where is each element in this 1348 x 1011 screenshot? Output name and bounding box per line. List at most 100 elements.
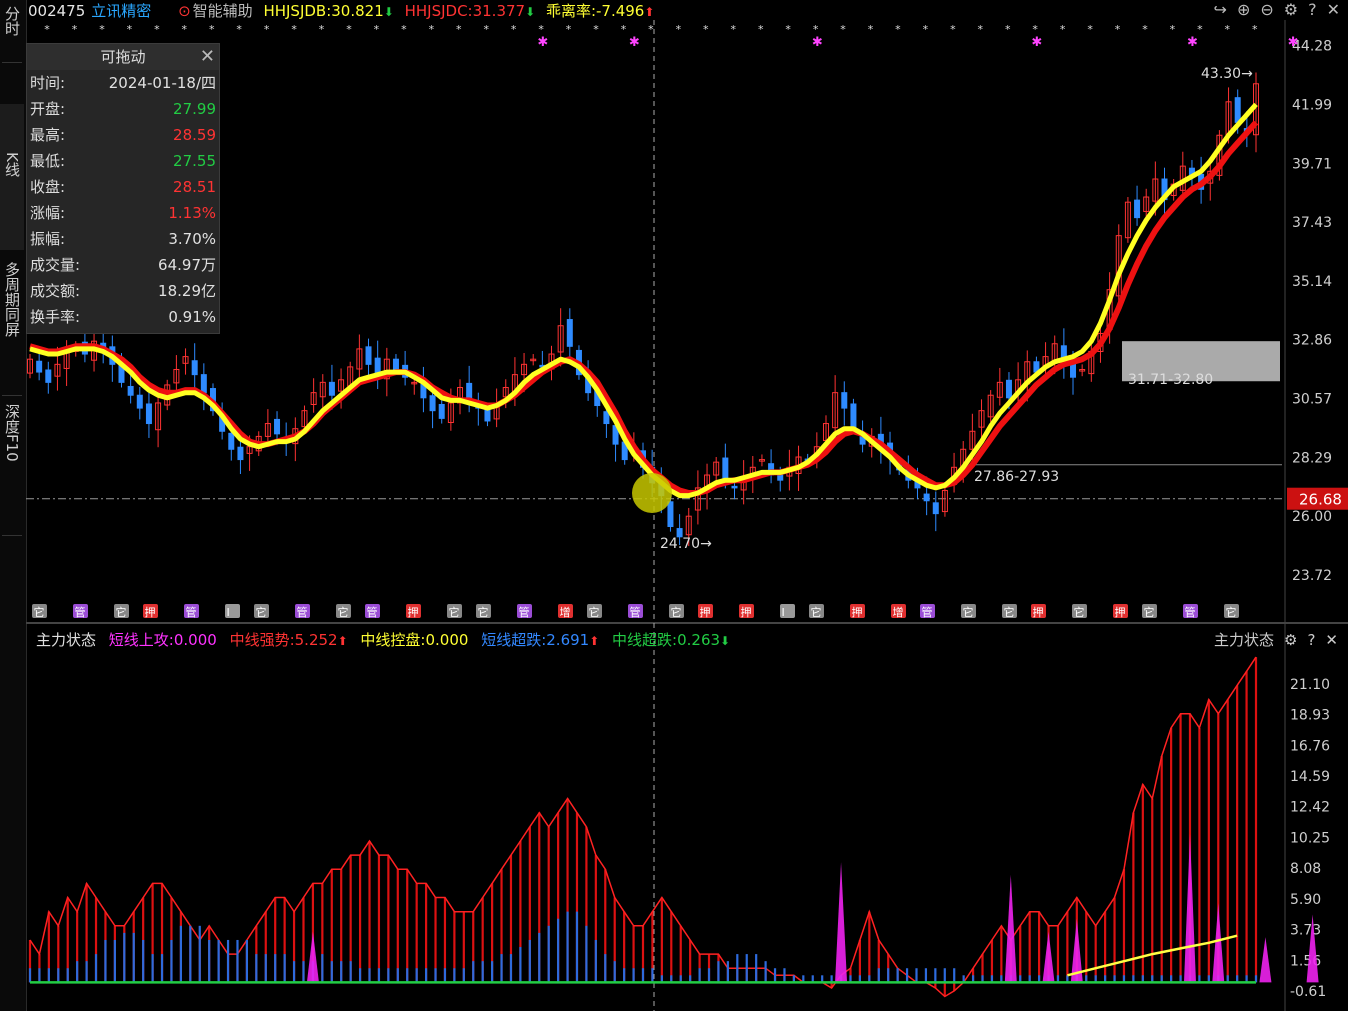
- candle-body: [274, 418, 281, 435]
- info-row-value: 3.70%: [168, 230, 216, 248]
- indicator-axis-label: 10.25: [1290, 830, 1330, 846]
- indicator-axis-label: 5.90: [1290, 892, 1321, 908]
- candle-body: [566, 319, 573, 347]
- info-row-value: 28.59: [173, 126, 216, 144]
- info-row: 最高: 28.59: [27, 122, 219, 148]
- signal-star: *: [648, 23, 654, 36]
- indicator-magenta-peak: [1004, 874, 1017, 983]
- signal-star: *: [923, 23, 929, 36]
- signal-star-magenta: ✱: [812, 35, 823, 50]
- info-row-value: 28.51: [173, 178, 216, 196]
- close-icon[interactable]: ✕: [200, 46, 215, 67]
- signal-star: *: [429, 23, 435, 36]
- info-row-label: 振幅:: [30, 230, 66, 248]
- up-arrow-icon: ⬆: [589, 634, 600, 648]
- info-row-value: 1.13%: [168, 204, 216, 222]
- signal-tag-label: 押: [1033, 605, 1044, 619]
- candle-body: [484, 409, 491, 422]
- indicator-axis-label: 12.42: [1290, 800, 1330, 816]
- info-row: 换手率: 0.91%: [27, 304, 219, 330]
- candle-body: [36, 360, 43, 373]
- info-row-label: 最高:: [30, 126, 66, 144]
- info-row: 开盘: 27.99: [27, 96, 219, 122]
- signal-tag-label: 它: [811, 605, 822, 619]
- current-price-label: 26.68: [1299, 491, 1342, 509]
- signal-tag-label: 它: [671, 605, 682, 619]
- info-row: 最低: 27.55: [27, 148, 219, 174]
- signal-star: *: [346, 23, 352, 36]
- signal-star: *: [868, 23, 874, 36]
- info-row-value: 18.29亿: [158, 282, 216, 300]
- indicator-axis-label: 16.76: [1290, 738, 1330, 754]
- info-row: 成交额: 18.29亿: [27, 278, 219, 304]
- short-attack-value: 短线上攻:0.000: [108, 631, 217, 649]
- mid-control-value: 中线控盘:0.000: [360, 631, 469, 649]
- indicator-axis-label: 14.59: [1290, 769, 1330, 785]
- short-oversold-group: 短线超跌:2.691⬆: [481, 631, 599, 649]
- signal-tag-label: 押: [741, 605, 752, 619]
- signal-tag-label: 它: [478, 605, 489, 619]
- info-row-label: 换手率:: [30, 308, 81, 326]
- info-row-label: 成交额:: [30, 282, 81, 300]
- signal-star: *: [511, 23, 517, 36]
- signal-star: *: [44, 23, 50, 36]
- signal-tag-label: 押: [408, 605, 419, 619]
- info-row: 振幅: 3.70%: [27, 226, 219, 252]
- signal-star: *: [566, 23, 572, 36]
- help-icon[interactable]: ?: [1307, 631, 1315, 649]
- indicator-axis-label: 18.93: [1290, 708, 1330, 724]
- signal-tag-label: 它: [34, 605, 45, 619]
- candle-body: [603, 411, 610, 425]
- signal-star: *: [72, 23, 78, 36]
- indicator-magenta-peak: [1042, 931, 1055, 983]
- signal-star: *: [374, 23, 380, 36]
- signal-tag-label: I: [227, 606, 230, 619]
- signal-star: *: [401, 23, 407, 36]
- signal-star-magenta: ✱: [1288, 35, 1299, 50]
- indicator-magenta-peak: [1183, 833, 1196, 983]
- signal-star: *: [236, 23, 242, 36]
- signal-tag-label: 它: [1226, 605, 1237, 619]
- signal-tag-label: 它: [1004, 605, 1015, 619]
- signal-tag-label: 管: [630, 605, 641, 619]
- info-row-value: 27.99: [173, 100, 216, 118]
- indicator-magenta-peak: [1212, 903, 1225, 983]
- indicator-header: 主力状态 短线上攻:0.000 中线强势:5.252⬆ 中线控盘:0.000 短…: [36, 629, 738, 650]
- signal-tag-label: 管: [922, 605, 933, 619]
- price-axis-label: 39.71: [1292, 156, 1332, 172]
- price-axis-label: 30.57: [1292, 392, 1332, 408]
- indicator-axis-label: 3.73: [1290, 923, 1321, 939]
- candle-body: [127, 385, 134, 396]
- candle-body: [932, 502, 939, 515]
- info-row-value: 64.97万: [158, 256, 216, 274]
- candle-body: [850, 403, 857, 430]
- info-panel-title[interactable]: 可拖动: [27, 44, 219, 70]
- candle-body: [45, 369, 52, 383]
- signal-star: *: [154, 23, 160, 36]
- signal-star: *: [895, 23, 901, 36]
- mid-oversold-group: 中线超跌:0.263⬇: [612, 631, 730, 649]
- info-panel-rows: 时间: 2024-01-18/四 开盘: 27.99 最高: 28.59 最低: 27.55 收…: [27, 70, 219, 330]
- signal-tag-label: 押: [852, 605, 863, 619]
- signal-star-magenta: ✱: [1031, 35, 1042, 50]
- close-icon[interactable]: ✕: [1325, 631, 1338, 649]
- candle-body: [365, 346, 372, 365]
- crosshair-marker: [632, 473, 672, 513]
- signal-star: *: [621, 23, 627, 36]
- info-row-label: 时间:: [30, 74, 66, 92]
- candle-body: [228, 432, 235, 450]
- candle-body: [136, 394, 143, 409]
- signal-star: *: [209, 23, 215, 36]
- indicator-right-label[interactable]: 主力状态: [1214, 631, 1274, 649]
- gear-icon[interactable]: ⚙: [1284, 631, 1297, 649]
- signal-tag-label: 押: [700, 605, 711, 619]
- signal-star: *: [1252, 23, 1258, 36]
- info-panel[interactable]: 可拖动 ✕ 时间: 2024-01-18/四 开盘: 27.99 最高: 28.59 最低:…: [26, 43, 220, 334]
- info-row: 时间: 2024-01-18/四: [27, 70, 219, 96]
- signal-star: *: [1225, 23, 1231, 36]
- signal-star: *: [1142, 23, 1148, 36]
- candle-body: [1005, 379, 1012, 399]
- candle-body: [466, 382, 473, 399]
- indicator-magenta-peak: [835, 862, 848, 983]
- indicator-toolbar: 主力状态 ⚙? ✕: [1204, 629, 1338, 650]
